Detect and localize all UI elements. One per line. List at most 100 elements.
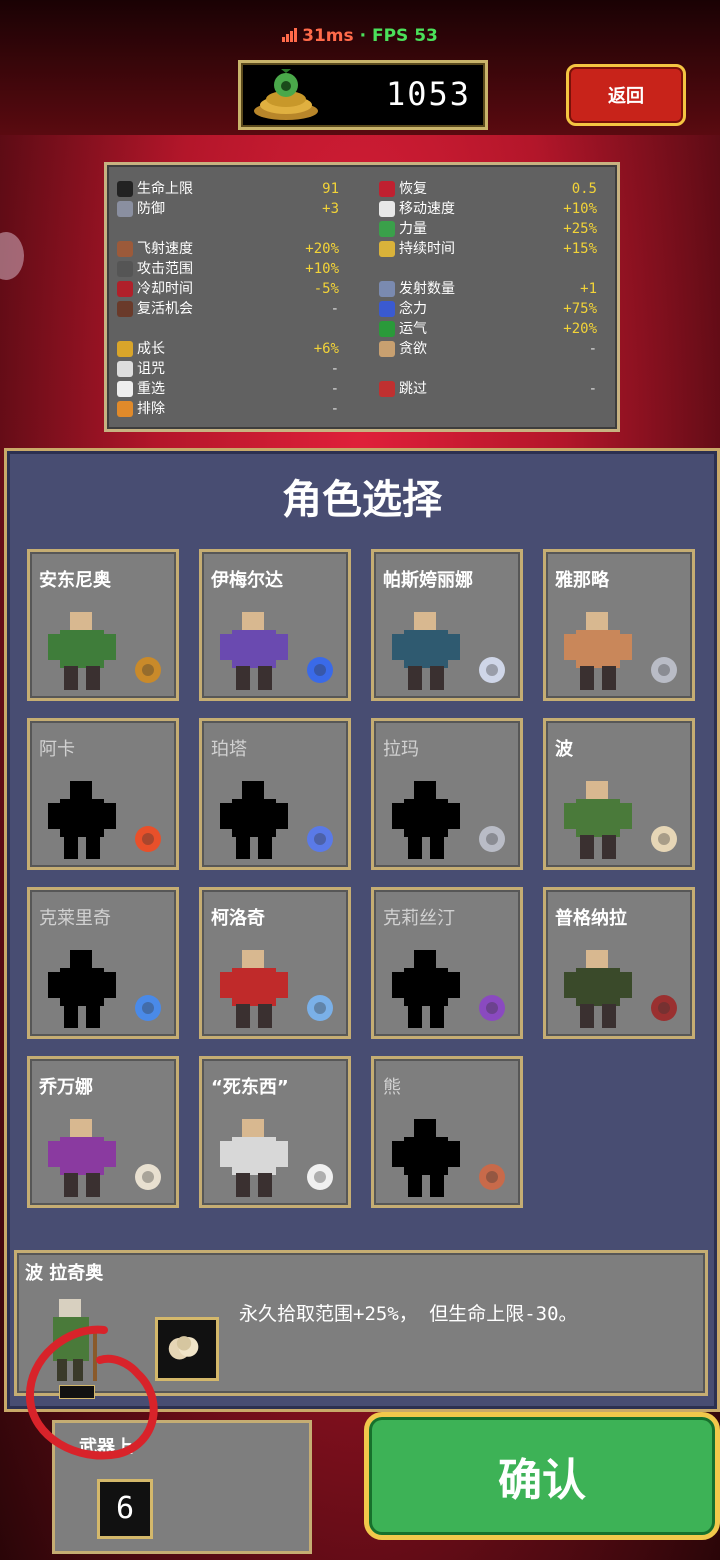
stat-label: 恢复 — [399, 181, 427, 197]
character-silhouette — [392, 781, 460, 859]
character-card[interactable]: 伊梅尔达 — [199, 549, 351, 701]
back-button[interactable]: 返回 — [566, 64, 686, 126]
character-name: 珀塔 — [211, 739, 247, 760]
character-name: 普格纳拉 — [555, 908, 627, 929]
stat-row: 恢复 0.5 — [379, 179, 597, 199]
character-name: 克莱里奇 — [39, 908, 111, 929]
runetracer-icon — [479, 657, 505, 683]
character-sprite — [564, 612, 632, 690]
heart-icon — [117, 181, 133, 197]
character-name: 熊 — [383, 1077, 401, 1098]
character-sprite — [564, 781, 632, 859]
amount-icon — [379, 281, 395, 297]
stat-label: 念力 — [399, 301, 427, 317]
confirm-button[interactable]: 确认 — [364, 1412, 720, 1540]
character-sprite — [220, 612, 288, 690]
stat-value: 0.5 — [571, 181, 597, 197]
stat-label: 攻击范围 — [137, 261, 193, 277]
character-card[interactable]: 普格纳拉 — [543, 887, 695, 1039]
stat-value: +6% — [313, 341, 339, 357]
character-sprite — [392, 612, 460, 690]
character-card[interactable]: 拉玛 — [371, 718, 523, 870]
stat-value: 91 — [322, 181, 339, 197]
stat-value: +75% — [563, 301, 597, 317]
whip-icon — [135, 657, 161, 683]
peachone-icon — [135, 1164, 161, 1190]
stat-label: 防御 — [137, 201, 165, 217]
stat-label: 成长 — [137, 341, 165, 357]
gold-counter: 1053 — [238, 60, 488, 130]
character-silhouette — [392, 1119, 460, 1197]
character-card[interactable]: 克莱里奇 — [27, 887, 179, 1039]
pentagram-icon — [479, 995, 505, 1021]
stat-label: 重选 — [137, 381, 165, 397]
cherry-bomb-icon — [479, 1164, 505, 1190]
stat-row: 贪欲 - — [379, 339, 597, 359]
character-card[interactable]: 珀塔 — [199, 718, 351, 870]
character-silhouette — [392, 950, 460, 1028]
stat-value: +1 — [580, 281, 597, 297]
character-name: “死东西” — [211, 1077, 289, 1098]
character-silhouette — [48, 781, 116, 859]
side-tab[interactable] — [0, 232, 24, 280]
character-card[interactable]: “死东西” — [199, 1056, 351, 1208]
character-silhouette — [220, 781, 288, 859]
character-name: 伊梅尔达 — [211, 570, 283, 591]
weapon-cap-label: 武器上 — [79, 1437, 133, 1458]
character-card[interactable]: 阿卡 — [27, 718, 179, 870]
lightning-ring-icon — [307, 826, 333, 852]
character-card[interactable]: 雅那略 — [543, 549, 695, 701]
stat-row: 持续时间 +15% — [379, 239, 597, 259]
stat-row: 念力 +75% — [379, 299, 597, 319]
armor-icon — [117, 201, 133, 217]
selected-character-name: 波 拉奇奥 — [25, 1263, 104, 1284]
stat-label: 移动速度 — [399, 201, 455, 217]
stat-row: 运气 +20% — [379, 319, 597, 339]
stat-value: - — [330, 301, 339, 317]
revive-icon — [117, 301, 133, 317]
regen-heart-icon — [379, 181, 395, 197]
banish-icon — [117, 401, 133, 417]
stat-value: +10% — [563, 201, 597, 217]
stat-value: -5% — [313, 281, 339, 297]
ping-text: 31ms — [302, 26, 354, 46]
character-card[interactable]: 乔万娜 — [27, 1056, 179, 1208]
fire-wand-icon — [135, 826, 161, 852]
stat-value: +20% — [305, 241, 339, 257]
stat-label: 运气 — [399, 321, 427, 337]
character-card[interactable]: 波 — [543, 718, 695, 870]
gold-bag-icon — [254, 69, 318, 120]
character-card[interactable]: 帕斯姱丽娜 — [371, 549, 523, 701]
stat-row: 移动速度 +10% — [379, 199, 597, 219]
character-sprite — [48, 1119, 116, 1197]
character-sprite — [48, 612, 116, 690]
character-name: 波 — [555, 739, 573, 760]
gold-amount: 1053 — [385, 75, 471, 113]
bone-icon — [307, 1164, 333, 1190]
character-card[interactable]: 安东尼奥 — [27, 549, 179, 701]
holy-water-icon — [135, 995, 161, 1021]
weapon-cap-value: 6 — [97, 1479, 153, 1539]
character-card[interactable]: 柯洛奇 — [199, 887, 351, 1039]
character-card[interactable]: 熊 — [371, 1056, 523, 1208]
weapon-cap-box: 武器上 6 — [52, 1420, 312, 1554]
stat-label: 贪欲 — [399, 341, 427, 357]
stat-row: 冷却时间 -5% — [117, 279, 339, 299]
character-card[interactable]: 克莉丝汀 — [371, 887, 523, 1039]
stat-label: 持续时间 — [399, 241, 455, 257]
stat-row: 力量 +25% — [379, 219, 597, 239]
cross-icon — [307, 995, 333, 1021]
character-name: 柯洛奇 — [211, 908, 265, 929]
clock-icon — [117, 281, 133, 297]
fps-text: FPS 53 — [371, 26, 438, 46]
selected-character-info: 波 拉奇奥 永久拾取范围+25%， 但生命上限-30。 — [14, 1250, 708, 1399]
stat-label: 冷却时间 — [137, 281, 193, 297]
speed-icon — [117, 241, 133, 257]
wand-icon — [307, 657, 333, 683]
garlic-icon — [168, 1336, 199, 1360]
stat-row: 重选 - — [117, 379, 339, 399]
stat-label: 复活机会 — [137, 301, 193, 317]
character-name: 安东尼奥 — [39, 570, 111, 591]
stat-row: 排除 - — [117, 399, 339, 419]
wing-icon — [379, 201, 395, 217]
